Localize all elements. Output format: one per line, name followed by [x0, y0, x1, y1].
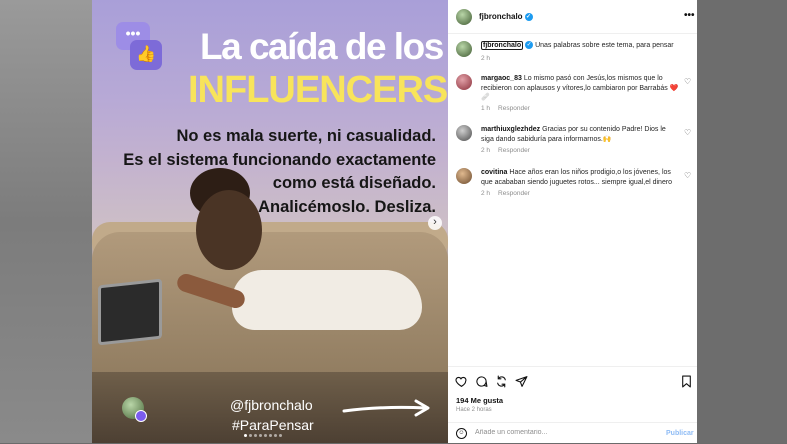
reply-button[interactable]: Responder — [498, 105, 530, 112]
carousel-next-button[interactable]: › — [428, 216, 442, 230]
more-options-icon[interactable]: ••• — [684, 10, 695, 21]
comment-content: Hace años eran los niños prodigio,o los … — [481, 169, 673, 186]
carousel-dot — [274, 434, 277, 437]
comment-avatar[interactable] — [456, 74, 472, 90]
body-line: No es mala suerte, ni casualidad. — [176, 127, 436, 145]
verified-icon: ✓ — [524, 12, 533, 21]
post-header: fjbronchalo ✓ ••• — [448, 0, 697, 34]
emoji-icon[interactable]: ☺ — [456, 428, 467, 439]
comment-meta: 1 h Responder — [481, 105, 538, 112]
carousel-dot — [269, 434, 272, 437]
laptop — [98, 278, 162, 346]
post-detail-panel: fjbronchalo ✓ ••• fjbronchalo ✓ Unas palab… — [448, 0, 697, 443]
post-handle: @fjbronchalo — [230, 397, 313, 413]
headline-line2: INFLUENCERS — [188, 69, 448, 111]
heart-icon[interactable]: ♡ — [684, 171, 691, 180]
bookmark-icon[interactable] — [680, 375, 693, 388]
comment-meta: 2 h Responder — [481, 190, 538, 197]
person-body — [232, 270, 422, 330]
carousel-dots — [244, 434, 282, 437]
author-username[interactable]: fjbronchalo — [479, 12, 523, 21]
comment-meta: 2 h Responder — [481, 147, 538, 154]
post-body-text: No es mala suerte, ni casualidad. Es el … — [122, 125, 436, 219]
caption-username[interactable]: fjbronchalo — [481, 41, 524, 50]
body-line: Analicémoslo. Desliza. — [258, 197, 436, 216]
swipe-arrow-icon — [342, 399, 430, 417]
backdrop-right — [697, 0, 787, 443]
caption-avatar[interactable] — [456, 41, 472, 57]
carousel-dot — [279, 434, 282, 437]
caption-time: 2 h — [481, 55, 491, 62]
comment-username[interactable]: marthiuxglezhdez — [481, 126, 540, 133]
reply-button[interactable]: Responder — [498, 190, 530, 197]
carousel-dot — [254, 434, 257, 437]
author-avatar[interactable] — [456, 9, 472, 25]
badge-icon — [135, 410, 147, 422]
share-icon[interactable] — [515, 375, 528, 388]
comment-time: 2 h — [481, 147, 491, 154]
heart-icon[interactable]: ♡ — [684, 77, 691, 86]
body-line: como está diseñado. — [272, 174, 436, 192]
comment-input[interactable] — [475, 429, 625, 436]
comment-time: 2 h — [481, 190, 491, 197]
repost-icon[interactable] — [495, 375, 508, 388]
body-line: Es el sistema funcionando exactamente — [123, 150, 436, 169]
verified-icon: ✓ — [525, 41, 534, 50]
comment-username[interactable]: margaoc_83 — [481, 75, 522, 82]
carousel-dot — [249, 434, 252, 437]
heart-icon[interactable]: ♡ — [684, 128, 691, 137]
backdrop-left — [0, 0, 92, 443]
carousel-dot — [259, 434, 262, 437]
carousel-dot — [264, 434, 267, 437]
add-comment-bar: ☺ Publicar — [448, 422, 697, 444]
comment-avatar[interactable] — [456, 125, 472, 141]
thumbs-up-icon: 👍 — [130, 40, 162, 70]
likes-count[interactable]: 194 Me gusta — [456, 396, 503, 405]
like-heart-icon[interactable] — [455, 375, 468, 388]
caption-content: Unas palabras sobre este tema, para pens… — [533, 42, 674, 49]
post-time: Hace 2 horas — [456, 407, 492, 413]
comment-avatar[interactable] — [456, 168, 472, 184]
comment-text: covitina Hace años eran los niños prodig… — [481, 168, 679, 187]
caption-text: fjbronchalo ✓ Unas palabras sobre este te… — [481, 41, 679, 51]
comment-time: 1 h — [481, 105, 491, 112]
post-hashtag: #ParaPensar — [232, 417, 314, 433]
author-username-row[interactable]: fjbronchalo ✓ — [479, 12, 533, 21]
caption-meta: 2 h — [481, 55, 498, 62]
comment-text: margaoc_83 Lo mismo pasó con Jesús,los m… — [481, 74, 679, 103]
headline-line1: La caída de los — [200, 26, 444, 67]
comment-text: marthiuxglezhdez Gracias por su contenid… — [481, 125, 679, 144]
post-actions: 194 Me gusta Hace 2 horas ☺ Publicar — [448, 366, 697, 443]
publish-button[interactable]: Publicar — [666, 430, 694, 437]
reply-button[interactable]: Responder — [498, 147, 530, 154]
post-image[interactable]: ••• 👍 La caída de los INFLUENCERS No es … — [92, 0, 448, 443]
carousel-dot — [244, 434, 247, 437]
comment-icon[interactable] — [475, 375, 488, 388]
comment-username[interactable]: covitina — [481, 169, 507, 176]
